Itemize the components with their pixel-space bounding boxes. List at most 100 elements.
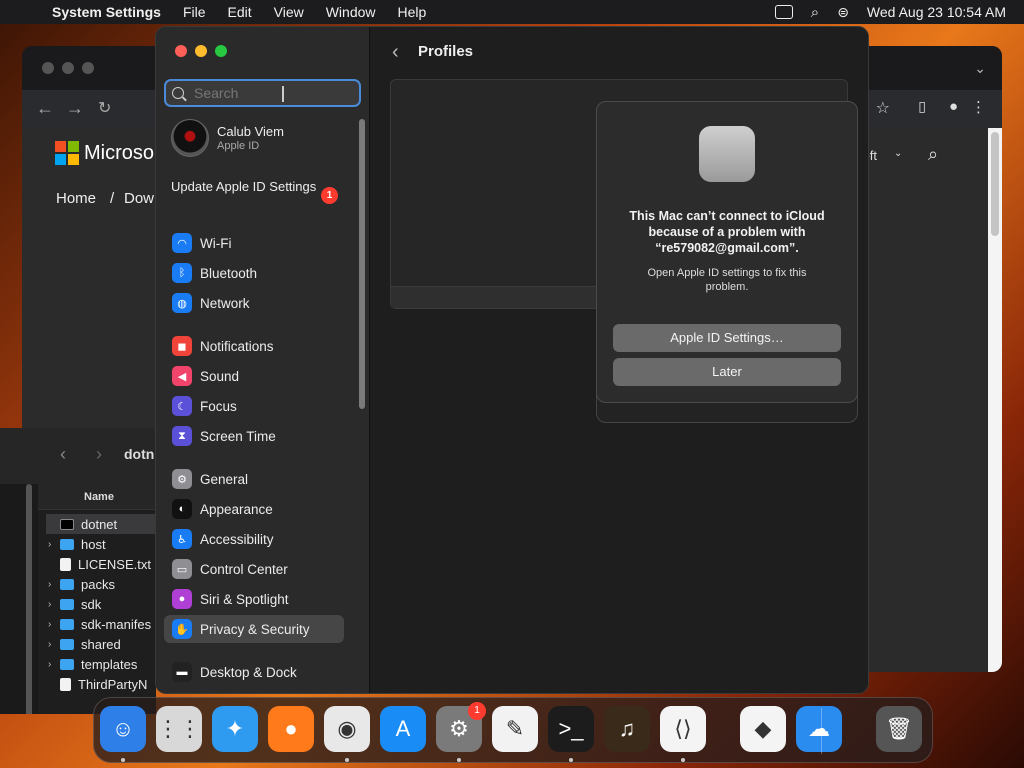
list-item[interactable]: › sdk-manifes <box>48 614 151 634</box>
zoom-button[interactable] <box>215 45 227 57</box>
vscode-icon[interactable]: ⟨⟩ <box>660 706 706 752</box>
sidebar-item-label: Privacy & Security <box>200 621 310 637</box>
finder-back-icon[interactable]: ‹ <box>60 444 66 465</box>
finder-toolbar: ‹ › dotn <box>0 428 156 484</box>
list-item[interactable]: ThirdPartyN <box>48 674 147 694</box>
sidebar-item-screen-time[interactable]: ⧗ Screen Time <box>164 422 344 450</box>
menu-file[interactable]: File <box>183 4 206 20</box>
disclosure-chevron-icon[interactable]: › <box>48 539 60 550</box>
sidebar-item-control-center[interactable]: ▭ Control Center <box>164 555 344 583</box>
tab-list-chevron-icon[interactable]: ⌄ <box>974 60 986 77</box>
search-input[interactable]: Search <box>194 85 238 101</box>
textedit-icon[interactable]: ✎ <box>492 706 538 752</box>
list-item[interactable]: › sdk <box>48 594 101 614</box>
folder-icon <box>60 598 74 610</box>
text-cursor-icon <box>282 86 284 102</box>
menu-dots-icon[interactable]: ⋮ <box>971 98 986 116</box>
later-button[interactable]: Later <box>613 358 841 386</box>
side-panel-icon[interactable]: ▯ <box>918 98 926 115</box>
sidebar-item-focus[interactable]: ☾ Focus <box>164 392 344 420</box>
search-icon[interactable]: ⌕ <box>928 144 938 165</box>
breadcrumb-downloads[interactable]: Dow <box>124 190 154 207</box>
back-chevron-icon[interactable]: ‹ <box>392 41 399 64</box>
profile-icon[interactable]: ● <box>949 98 958 115</box>
forward-arrow-icon[interactable]: → <box>66 98 84 119</box>
sidebar-item-privacy-security[interactable]: ✋ Privacy & Security <box>164 615 344 643</box>
screen-mirroring-icon[interactable] <box>774 5 793 19</box>
trash-icon[interactable]: 🗑 <box>876 706 922 752</box>
menu-view[interactable]: View <box>274 4 304 20</box>
account-name: Calub Viem <box>217 124 284 139</box>
disclosure-chevron-icon[interactable]: › <box>48 659 60 670</box>
column-header-name[interactable]: Name <box>38 484 156 510</box>
window-dot[interactable] <box>62 62 74 74</box>
menu-app-name[interactable]: System Settings <box>52 4 161 20</box>
breadcrumb-home[interactable]: Home <box>56 190 96 207</box>
page-title: Profiles <box>418 43 474 60</box>
sidebar-item-desktop-dock[interactable]: ▬ Desktop & Dock <box>164 658 344 686</box>
list-item[interactable]: › shared <box>48 634 121 654</box>
search-field[interactable]: Search <box>164 79 361 107</box>
weather-icon[interactable]: ☁ <box>796 706 842 752</box>
account-subtitle: Apple ID <box>217 140 260 152</box>
terminal-icon[interactable]: >_ <box>548 706 594 752</box>
disclosure-chevron-icon[interactable]: › <box>48 599 60 610</box>
window-dot[interactable] <box>82 62 94 74</box>
document-icon <box>60 557 71 571</box>
disclosure-chevron-icon[interactable]: › <box>48 619 60 630</box>
avatar[interactable] <box>171 119 209 157</box>
finder-forward-icon[interactable]: › <box>96 444 102 465</box>
chrome-icon[interactable]: ◉ <box>324 706 370 752</box>
sidebar-item-wi-fi[interactable]: ◠ Wi-Fi <box>164 229 344 257</box>
garageband-icon[interactable]: ♫ <box>604 706 650 752</box>
sidebar-item-sound[interactable]: ◀ Sound <box>164 362 344 390</box>
running-indicator <box>681 758 685 762</box>
finder-icon[interactable]: ☺ <box>100 706 146 752</box>
spotlight-search-icon[interactable]: ⌕ <box>811 4 819 21</box>
sidebar-item-siri-spotlight[interactable]: ● Siri & Spotlight <box>164 585 344 613</box>
control-center-icon[interactable]: ⊜ <box>837 4 849 21</box>
menu-edit[interactable]: Edit <box>228 4 252 20</box>
window-dot[interactable] <box>42 62 54 74</box>
list-item-label: shared <box>81 636 121 652</box>
finder-sidebar-scrollbar[interactable] <box>26 484 32 714</box>
launchpad-icon[interactable]: ⋮⋮ <box>156 706 202 752</box>
browser-scrollbar[interactable] <box>988 128 1002 672</box>
icloud-alert-dialog: This Mac can’t connect to iCloud because… <box>596 101 858 403</box>
sidebar-item-accessibility[interactable]: ♿ Accessibility <box>164 525 344 553</box>
minimize-button[interactable] <box>195 45 207 57</box>
apple-id-account[interactable]: Calub Viem Apple ID <box>171 119 284 157</box>
firefox-icon[interactable]: ● <box>268 706 314 752</box>
list-item[interactable]: › host <box>48 534 106 554</box>
app-store-icon[interactable]: A <box>380 706 426 752</box>
sidebar-item-notifications[interactable]: ◼ Notifications <box>164 332 344 360</box>
menu-help[interactable]: Help <box>398 4 427 20</box>
menu-window[interactable]: Window <box>326 4 376 20</box>
bookmark-star-icon[interactable]: ☆ <box>876 98 890 118</box>
sidebar-item-network[interactable]: ◍ Network <box>164 289 344 317</box>
sidebar-scrollbar[interactable] <box>359 119 365 409</box>
sidebar-item-label: Appearance <box>200 501 273 517</box>
sidebar-item-general[interactable]: ⚙ General <box>164 465 344 493</box>
visual-studio-icon[interactable]: ◆ <box>740 706 786 752</box>
close-button[interactable] <box>175 45 187 57</box>
sidebar-item-appearance[interactable]: ◐ Appearance <box>164 495 344 523</box>
list-item[interactable]: dotnet <box>46 514 156 534</box>
running-indicator <box>121 758 125 762</box>
speaker-icon: ◀ <box>172 366 192 386</box>
list-item[interactable]: LICENSE.txt <box>48 554 151 574</box>
running-indicator <box>569 758 573 762</box>
menu-clock[interactable]: Wed Aug 23 10:54 AM <box>867 4 1006 20</box>
sidebar-item-bluetooth[interactable]: ᛒ Bluetooth <box>164 259 344 287</box>
disclosure-chevron-icon[interactable]: › <box>48 639 60 650</box>
list-item[interactable]: › packs <box>48 574 115 594</box>
safari-icon[interactable]: ✦ <box>212 706 258 752</box>
reload-icon[interactable]: ↻ <box>98 98 111 118</box>
back-arrow-icon[interactable]: ← <box>36 98 54 119</box>
dialog-message: This Mac can’t connect to iCloud because… <box>629 209 825 255</box>
chevron-down-icon[interactable]: ⌄ <box>894 148 902 159</box>
disclosure-chevron-icon[interactable]: › <box>48 579 60 590</box>
update-apple-id-item[interactable]: Update Apple ID Settings <box>171 179 341 195</box>
apple-id-settings-button[interactable]: Apple ID Settings… <box>613 324 841 352</box>
list-item[interactable]: › templates <box>48 654 137 674</box>
